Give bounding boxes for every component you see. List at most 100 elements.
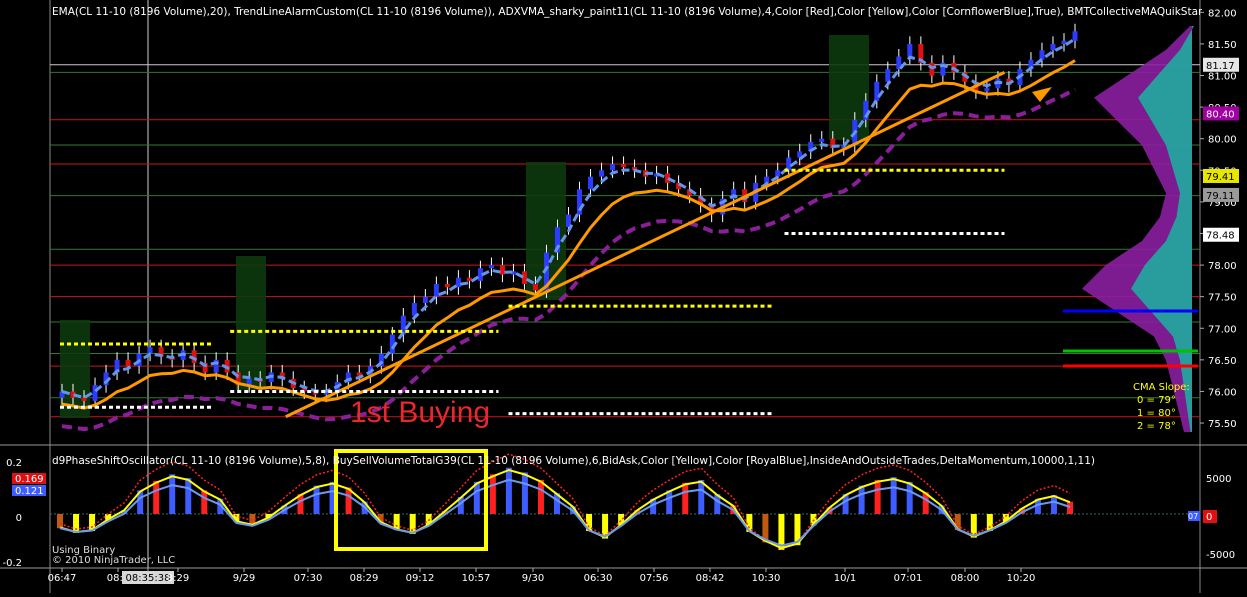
cma-line-1: 1 = 80° bbox=[1137, 408, 1176, 419]
osc-bar-1 bbox=[73, 514, 80, 533]
osc-yellow-line bbox=[59, 468, 1071, 550]
osc-bar-30 bbox=[537, 479, 544, 514]
y-tick-label-0: 82.00 bbox=[1208, 8, 1237, 19]
osc-bar-51 bbox=[874, 479, 881, 514]
right-volume-profile bbox=[1063, 26, 1198, 432]
trend-line-0 bbox=[285, 70, 1006, 419]
osc-bar-62 bbox=[1050, 495, 1057, 514]
osc-bar-28 bbox=[505, 467, 512, 514]
y-tick-label-4: 80.00 bbox=[1208, 135, 1237, 146]
osc-left-tick-0: 0.2 bbox=[6, 458, 22, 469]
candle-body-47 bbox=[577, 189, 583, 215]
y-tick-label-11: 76.50 bbox=[1208, 356, 1237, 367]
candle-body-77 bbox=[907, 43, 913, 57]
cma-slope-box: CMA Slope: 0 = 79° 1 = 80° 2 = 78° bbox=[1133, 381, 1190, 433]
candle-body-49 bbox=[599, 170, 605, 177]
candle-body-32 bbox=[411, 302, 417, 316]
osc-bar-8 bbox=[185, 478, 192, 514]
osc-right-small-badge-label: 07 bbox=[1188, 512, 1198, 521]
candle-body-43 bbox=[532, 284, 538, 291]
time-label-8: 10:57 bbox=[462, 573, 491, 584]
candle-body-89 bbox=[1039, 50, 1045, 60]
candle-body-84 bbox=[984, 88, 990, 92]
cma-slope-title: CMA Slope: bbox=[1133, 382, 1190, 393]
osc-bar-53 bbox=[906, 481, 913, 514]
candle-body-75 bbox=[885, 69, 891, 82]
time-label-13: 10:30 bbox=[752, 573, 781, 584]
time-label-12: 08:42 bbox=[696, 573, 725, 584]
candle-body-33 bbox=[422, 296, 428, 303]
candle-body-3 bbox=[92, 385, 98, 401]
session-profile-3 bbox=[829, 35, 869, 140]
trend-arrow-head bbox=[1032, 87, 1052, 102]
time-label-3: 8:29 bbox=[167, 573, 189, 584]
osc-bar-50 bbox=[858, 485, 865, 514]
cma-line-2: 2 = 78° bbox=[1137, 421, 1176, 432]
time-label-9: 9/30 bbox=[522, 573, 544, 584]
time-label-2: 08:35:38 bbox=[126, 573, 171, 584]
y-tick-label-13: 75.50 bbox=[1208, 419, 1237, 430]
time-label-0: 06:47 bbox=[48, 573, 77, 584]
osc-bar-40 bbox=[698, 479, 705, 514]
osc-bar-52 bbox=[890, 477, 897, 514]
candle-body-92 bbox=[1072, 31, 1078, 41]
time-label-7: 09:12 bbox=[406, 573, 435, 584]
price-badge-label-3: 79.11 bbox=[1206, 191, 1235, 202]
buying-annotation: 1st Buying bbox=[350, 396, 491, 429]
time-label-17: 10:20 bbox=[1007, 573, 1036, 584]
candle-body-51 bbox=[621, 163, 627, 168]
candle-body-39 bbox=[488, 265, 494, 269]
candle-body-65 bbox=[775, 170, 781, 177]
osc-left-tick-1: 0 bbox=[16, 513, 22, 524]
price-badge-label-1: 80.40 bbox=[1206, 109, 1235, 120]
y-tick-label-10: 77.00 bbox=[1208, 324, 1237, 335]
osc-bar-6 bbox=[153, 480, 160, 514]
osc-left-tick-2: -0.2 bbox=[2, 558, 22, 569]
y-tick-label-8: 78.00 bbox=[1208, 261, 1237, 272]
cma-line-0: 0 = 79° bbox=[1137, 395, 1176, 406]
price-badge-label-4: 78.48 bbox=[1206, 231, 1235, 242]
time-label-14: 10/1 bbox=[834, 573, 856, 584]
candle-body-50 bbox=[610, 163, 616, 171]
candle-body-6 bbox=[125, 359, 131, 367]
time-label-11: 07:56 bbox=[640, 573, 669, 584]
time-label-15: 07:01 bbox=[894, 573, 923, 584]
candle-body-74 bbox=[874, 81, 880, 101]
candle-body-40 bbox=[499, 265, 505, 275]
time-label-6: 08:29 bbox=[350, 573, 379, 584]
osc-bar-27 bbox=[489, 474, 496, 514]
osc-bar-9 bbox=[201, 490, 208, 514]
osc-bar-29 bbox=[521, 472, 528, 514]
osc-bar-39 bbox=[682, 482, 689, 514]
y-tick-label-1: 81.50 bbox=[1208, 40, 1237, 51]
y-tick-label-9: 77.50 bbox=[1208, 293, 1237, 304]
time-label-10: 06:30 bbox=[584, 573, 613, 584]
chart-svg: 82.0081.5081.0080.5080.0079.5079.0078.50… bbox=[0, 0, 1247, 593]
osc-left-badge-blue-label: 0.121 bbox=[15, 486, 44, 497]
y-tick-label-2: 81.00 bbox=[1208, 72, 1237, 83]
candle-body-34 bbox=[433, 284, 439, 297]
osc-bars bbox=[57, 467, 1073, 550]
copyright: © 2010 NinjaTrader, LLC bbox=[52, 555, 176, 566]
osc-right-tick-0: 5000 bbox=[1206, 474, 1231, 485]
header-indicators: EMA(CL 11-10 (8196 Volume),20), TrendLin… bbox=[52, 6, 1202, 18]
candle-body-69 bbox=[819, 138, 825, 142]
candle-body-35 bbox=[444, 284, 450, 288]
candle-body-90 bbox=[1050, 43, 1056, 51]
osc-bar-63 bbox=[1067, 501, 1073, 514]
osc-bar-38 bbox=[666, 490, 673, 514]
candle-body-48 bbox=[588, 176, 594, 190]
osc-bar-16 bbox=[313, 485, 320, 514]
time-label-4: 9/29 bbox=[233, 573, 255, 584]
osc-right-tick-2: -5000 bbox=[1206, 550, 1235, 561]
chart: 82.0081.5081.0080.5080.0079.5079.0078.50… bbox=[0, 0, 1247, 593]
osc-right-badge-label: 0 bbox=[1206, 512, 1212, 523]
candles bbox=[59, 23, 1078, 409]
lower-indicators: d9PhaseShiftOscillator(CL 11-10 (8196 Vo… bbox=[52, 455, 1095, 467]
price-badge-label-0: 81.17 bbox=[1206, 61, 1235, 72]
osc-bar-7 bbox=[169, 474, 176, 514]
session-profile-1 bbox=[236, 256, 266, 390]
time-label-5: 07:30 bbox=[294, 573, 323, 584]
candle-body-36 bbox=[455, 277, 461, 288]
price-badge-label-2: 79.41 bbox=[1206, 172, 1235, 183]
